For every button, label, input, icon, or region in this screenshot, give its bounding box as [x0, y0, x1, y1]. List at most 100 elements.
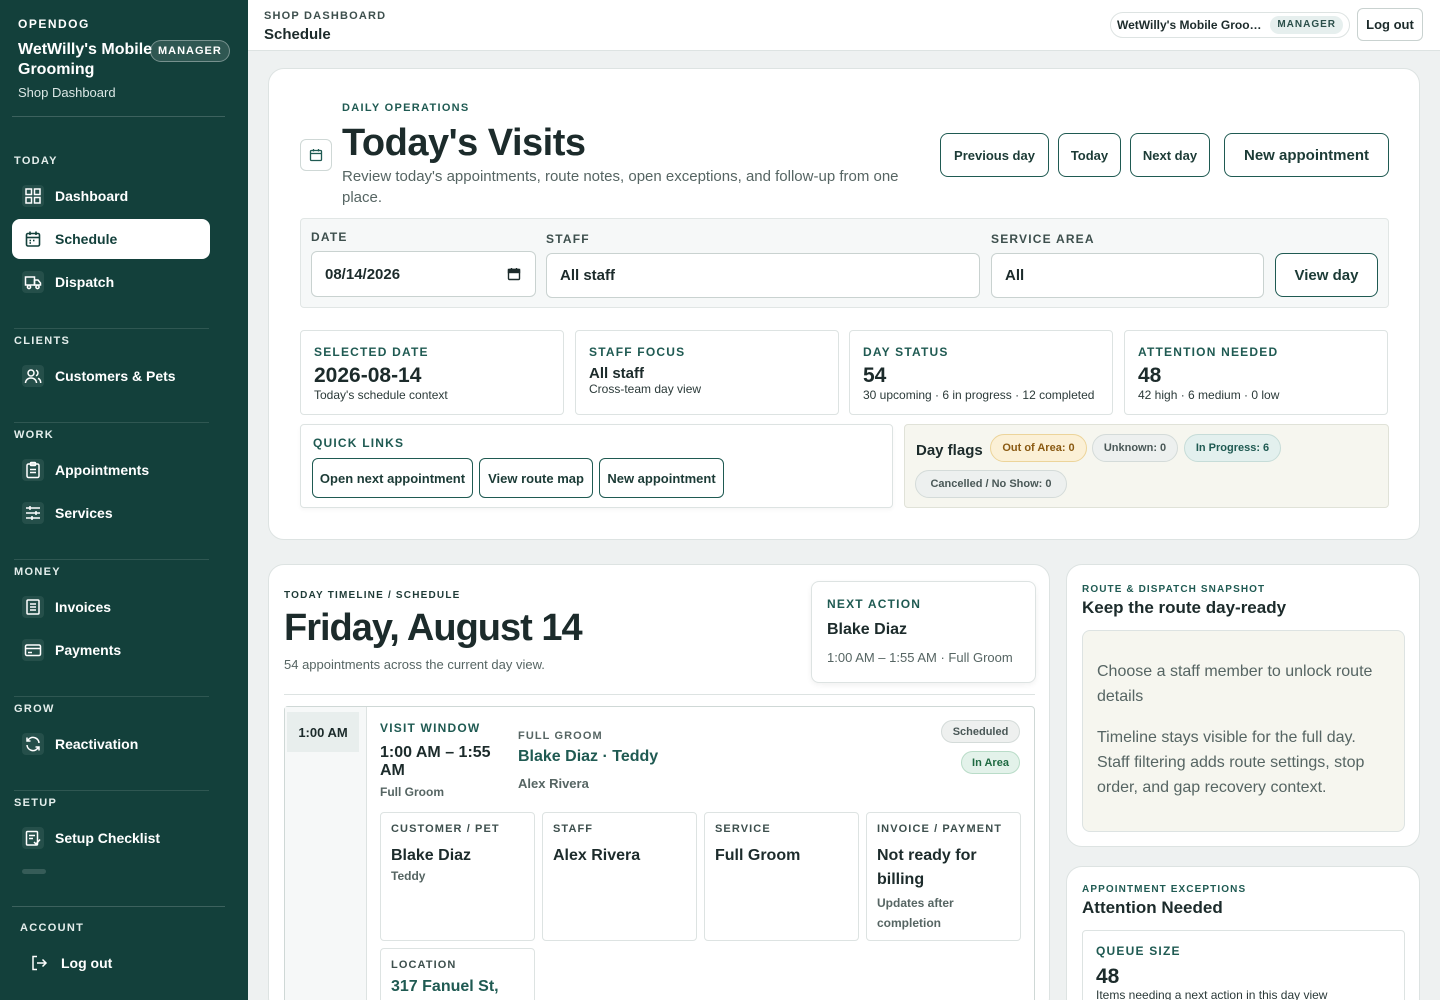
sidebar-item-services[interactable]: Services	[12, 493, 210, 533]
sidebar-logout[interactable]: Log out	[18, 943, 216, 983]
new-appointment-button[interactable]: New appointment	[1224, 133, 1389, 177]
appointment-row[interactable]: 1:00 AM VISIT WINDOW 1:00 AM – 1:55 AM F…	[284, 706, 1035, 1000]
open-next-appointment-button[interactable]: Open next appointment	[312, 458, 473, 498]
sidebar-item-schedule[interactable]: Schedule	[12, 219, 210, 259]
brand-kicker: OPENDOG	[18, 17, 90, 31]
day-flags-label: Day flags	[916, 442, 983, 459]
appointment-staff: Alex Rivera	[518, 776, 589, 791]
sidebar-item-setup-checklist[interactable]: Setup Checklist	[12, 818, 210, 858]
today-button[interactable]: Today	[1058, 133, 1121, 177]
topbar: SHOP DASHBOARD Schedule WetWilly's Mobil…	[248, 0, 1440, 51]
clipboard-icon	[22, 459, 44, 481]
date-input[interactable]: 08/14/2026	[311, 251, 536, 297]
calendar-icon	[300, 139, 332, 171]
visit-window-service: Full Groom	[380, 785, 444, 799]
sidebar-item-label: Customers & Pets	[55, 368, 176, 384]
pet-name: Teddy	[391, 869, 426, 883]
flag-cancelled-no-show[interactable]: Cancelled / No Show: 0	[915, 470, 1067, 498]
sidebar-item-reactivation[interactable]: Reactivation	[12, 724, 210, 764]
stat-value: 48	[1138, 364, 1162, 387]
stat-subtext: Cross-team day view	[589, 382, 702, 396]
status-badge: Scheduled	[941, 720, 1020, 743]
sidebar-item-label: Setup Checklist	[55, 830, 161, 846]
refresh-icon	[22, 733, 44, 755]
sidebar-item-payments[interactable]: Payments	[12, 630, 210, 670]
next-action-label: NEXT ACTION	[827, 597, 922, 611]
stat-value: 2026-08-14	[314, 364, 422, 387]
sidebar-item-invoices[interactable]: Invoices	[12, 587, 210, 627]
date-label: DATE	[311, 230, 348, 244]
sidebar: OPENDOG WetWilly's Mobile Grooming MANAG…	[0, 0, 248, 1000]
section-divider	[14, 790, 209, 791]
stat-label: DAY STATUS	[863, 345, 949, 359]
sidebar-item-customers[interactable]: Customers & Pets	[12, 356, 210, 396]
view-day-button[interactable]: View day	[1275, 253, 1378, 297]
section-divider	[14, 422, 209, 423]
invoice-payment-cell: INVOICE / PAYMENT Not ready for billing …	[866, 812, 1021, 941]
section-work: WORK	[14, 429, 55, 441]
section-setup: SETUP	[14, 797, 58, 809]
visit-window-label: VISIT WINDOW	[380, 721, 481, 735]
next-day-button[interactable]: Next day	[1130, 133, 1210, 177]
flag-out-of-area[interactable]: Out of Area: 0	[990, 434, 1087, 462]
route-dispatch-card: ROUTE & DISPATCH SNAPSHOT Keep the route…	[1066, 564, 1420, 847]
sidebar-item-dispatch[interactable]: Dispatch	[12, 262, 210, 302]
staff-label: STAFF	[546, 232, 590, 246]
role-badge: MANAGER	[1270, 16, 1343, 34]
scroll-indicator	[22, 869, 46, 874]
service-area-select[interactable]: All	[991, 253, 1264, 298]
sidebar-item-dashboard[interactable]: Dashboard	[12, 176, 210, 216]
checklist-icon	[22, 827, 44, 849]
flag-unknown[interactable]: Unknown: 0	[1092, 434, 1178, 462]
route-empty-state: Choose a staff member to unlock route de…	[1082, 630, 1405, 832]
section-clients: CLIENTS	[14, 335, 71, 347]
queue-size-label: QUEUE SIZE	[1096, 944, 1181, 958]
sliders-icon	[22, 502, 44, 524]
topbar-kicker: SHOP DASHBOARD	[264, 10, 387, 22]
stat-value: 54	[863, 364, 887, 387]
timeline-divider	[284, 694, 1035, 695]
account-chip[interactable]: WetWilly's Mobile Grooming MANAGER	[1110, 12, 1350, 38]
staff-name: Alex Rivera	[553, 847, 641, 864]
staff-cell: STAFF Alex Rivera	[542, 812, 697, 941]
brand-subtitle: Shop Dashboard	[18, 85, 116, 100]
flag-in-progress[interactable]: In Progress: 6	[1184, 434, 1281, 462]
customer-name: Blake Diaz	[391, 847, 472, 864]
stat-label: SELECTED DATE	[314, 345, 429, 359]
sidebar-item-label: Services	[55, 505, 113, 521]
queue-size-subtext: Items needing a next action in this day …	[1096, 988, 1328, 1000]
sidebar-divider	[12, 906, 225, 907]
timeline-card: TODAY TIMELINE / SCHEDULE Friday, August…	[268, 564, 1050, 1000]
section-divider	[14, 559, 209, 560]
stat-selected-date: SELECTED DATE 2026-08-14 Today's schedul…	[300, 330, 564, 415]
date-value: 08/14/2026	[325, 265, 401, 283]
sidebar-item-appointments[interactable]: Appointments	[12, 450, 210, 490]
stat-attention-needed: ATTENTION NEEDED 48 42 high · 6 medium ·…	[1124, 330, 1388, 415]
section-divider	[14, 696, 209, 697]
timeline-date-title: Friday, August 14	[284, 607, 583, 649]
quick-links: QUICK LINKS Open next appointment View r…	[300, 424, 893, 508]
view-route-map-button[interactable]: View route map	[479, 458, 593, 498]
previous-day-button[interactable]: Previous day	[940, 133, 1049, 177]
sidebar-item-label: Reactivation	[55, 736, 139, 752]
next-action-card[interactable]: NEXT ACTION Blake Diaz 1:00 AM – 1:55 AM…	[811, 581, 1036, 683]
section-grow: GROW	[14, 703, 55, 715]
next-action-detail: 1:00 AM – 1:55 AM · Full Groom	[827, 650, 1013, 665]
customer-pet-cell: CUSTOMER / PET Blake Diaz Teddy	[380, 812, 535, 941]
invoice-icon	[22, 596, 44, 618]
truck-icon	[22, 271, 44, 293]
calendar-picker-icon[interactable]	[507, 267, 521, 281]
location-link[interactable]: 317 Fanuel St,	[391, 978, 499, 996]
staff-select[interactable]: All staff	[546, 253, 980, 298]
time-slot-label: 1:00 AM	[287, 712, 359, 752]
sidebar-item-label: Dashboard	[55, 188, 129, 204]
appointment-exceptions-card: APPOINTMENT EXCEPTIONS Attention Needed …	[1066, 866, 1420, 1000]
new-appointment-link[interactable]: New appointment	[599, 458, 724, 498]
section-divider	[14, 328, 209, 329]
stat-label: STAFF FOCUS	[589, 345, 686, 359]
appointment-title-link[interactable]: Blake Diaz · Teddy	[518, 748, 658, 766]
calendar-icon	[22, 228, 44, 250]
logout-button[interactable]: Log out	[1357, 8, 1423, 41]
cell-label: CUSTOMER / PET	[391, 823, 500, 835]
invoice-note: Updates after completion	[877, 896, 954, 930]
